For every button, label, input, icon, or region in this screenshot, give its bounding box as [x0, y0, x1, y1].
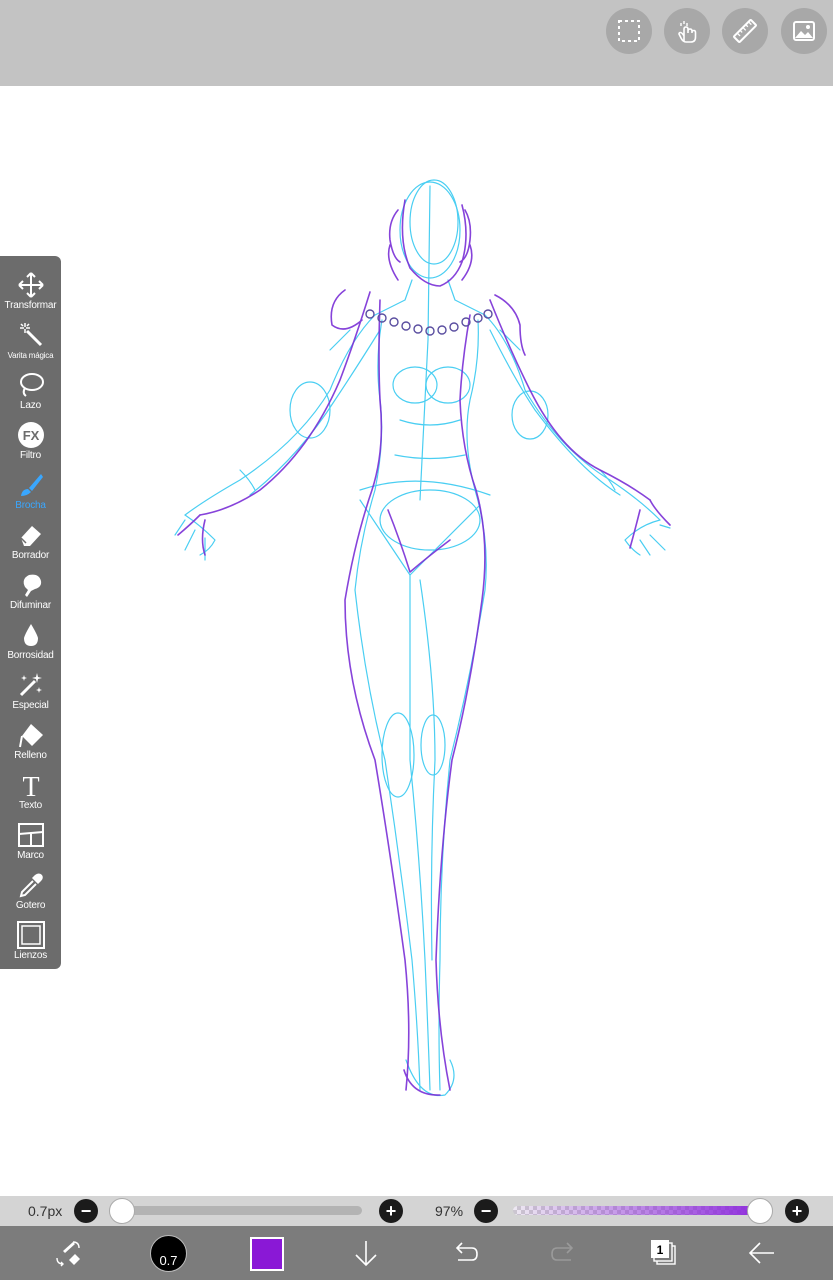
tool-fill[interactable]: Relleno — [0, 712, 61, 762]
tool-frame[interactable]: Marco — [0, 812, 61, 862]
tool-label: Lazo — [20, 400, 41, 411]
redo-button[interactable] — [546, 1235, 582, 1271]
brush-size-slider-handle[interactable] — [109, 1198, 135, 1224]
current-color-swatch[interactable] — [250, 1237, 284, 1271]
tool-label: Filtro — [19, 450, 42, 461]
arrow-down-icon — [355, 1241, 377, 1267]
swap-brush-eraser-icon — [56, 1241, 80, 1267]
blur-drop-icon — [23, 623, 38, 646]
eraser-icon — [19, 525, 41, 546]
svg-text:T: T — [22, 772, 39, 799]
tool-canvas[interactable]: Lienzos — [0, 912, 61, 962]
brush-size-slider[interactable] — [122, 1206, 362, 1215]
opacity-slider[interactable] — [513, 1206, 768, 1215]
tool-panel: Transformar Varita mágica Lazo FX Filtro… — [0, 256, 61, 969]
back-button[interactable] — [744, 1235, 780, 1271]
brush-size-minus-button[interactable]: − — [74, 1199, 98, 1223]
selection-icon — [618, 20, 640, 42]
tool-text[interactable]: T Texto — [0, 762, 61, 812]
tool-eraser[interactable]: Borrador — [0, 512, 61, 562]
redo-icon — [551, 1242, 574, 1261]
reference-image-icon — [793, 21, 815, 41]
tool-label: Gotero — [15, 900, 46, 911]
brush-slider-bar: 0.7px − + 97% − + — [0, 1196, 833, 1226]
gesture-button[interactable] — [664, 8, 710, 54]
tool-label: Texto — [19, 800, 42, 811]
special-sparkle-pen-icon — [19, 672, 42, 696]
fill-bucket-icon — [18, 723, 43, 747]
undo-icon — [455, 1242, 478, 1261]
opacity-plus-button[interactable]: + — [785, 1199, 809, 1223]
layer-count: 1 — [657, 1243, 664, 1257]
top-bar — [0, 0, 833, 86]
tool-magic-wand[interactable]: Varita mágica — [0, 312, 61, 362]
eyedropper-icon — [19, 873, 43, 897]
tool-filter[interactable]: FX Filtro — [0, 412, 61, 462]
ruler-button[interactable] — [722, 8, 768, 54]
brush-size-label: 0.7px — [28, 1203, 63, 1219]
arrow-left-icon — [748, 1242, 774, 1264]
drawing-app: Transformar Varita mágica Lazo FX Filtro… — [0, 0, 833, 1280]
magic-wand-icon — [19, 322, 42, 346]
move-arrows-icon — [17, 271, 44, 298]
brush-size-plus-button[interactable]: + — [379, 1199, 403, 1223]
reference-image-button[interactable] — [781, 8, 827, 54]
brush-icon — [20, 473, 43, 496]
text-t-icon: T — [22, 772, 39, 799]
selection-button[interactable] — [606, 8, 652, 54]
undo-button[interactable] — [447, 1235, 483, 1271]
svg-text:FX: FX — [22, 428, 39, 443]
bottom-bar: 0.7 1 — [0, 1226, 833, 1280]
tool-label: Especial — [12, 700, 49, 711]
tool-transform[interactable]: Transformar — [0, 262, 61, 312]
tool-label: Lienzos — [13, 950, 48, 961]
brush-size-indicator[interactable]: 0.7 — [150, 1235, 187, 1272]
gesture-hand-icon — [678, 21, 697, 43]
opacity-minus-button[interactable]: − — [474, 1199, 498, 1223]
lasso-icon — [19, 372, 44, 397]
tool-label: Brocha — [15, 500, 46, 511]
fx-filter-icon: FX — [17, 421, 44, 448]
smudge-icon — [23, 574, 41, 597]
swap-brush-eraser-button[interactable] — [50, 1235, 86, 1271]
tool-label: Relleno — [14, 750, 47, 761]
tool-label: Borrosidad — [7, 650, 54, 661]
tool-label: Borrador — [11, 550, 50, 561]
ruler-icon — [733, 19, 757, 43]
opacity-label: 97% — [435, 1203, 464, 1219]
figure-sketch — [174, 179, 671, 1097]
tool-lasso[interactable]: Lazo — [0, 362, 61, 412]
tool-eyedropper[interactable]: Gotero — [0, 862, 61, 912]
layers-button[interactable]: 1 — [645, 1235, 681, 1271]
canvas-square-icon — [16, 920, 45, 949]
opacity-slider-handle[interactable] — [747, 1198, 774, 1224]
drawing-canvas[interactable] — [0, 86, 833, 1196]
tool-label: Marco — [17, 850, 44, 861]
tool-special[interactable]: Especial — [0, 662, 61, 712]
frame-panel-icon — [17, 822, 44, 847]
tool-label: Varita mágica — [7, 351, 54, 360]
tool-label: Transformar — [4, 300, 57, 311]
save-down-button[interactable] — [348, 1235, 384, 1271]
tool-blur[interactable]: Borrosidad — [0, 612, 61, 662]
tool-label: Difuminar — [10, 600, 51, 611]
tool-smudge[interactable]: Difuminar — [0, 562, 61, 612]
layers-icon: 1 — [651, 1240, 676, 1265]
tool-brush[interactable]: Brocha — [0, 462, 61, 512]
